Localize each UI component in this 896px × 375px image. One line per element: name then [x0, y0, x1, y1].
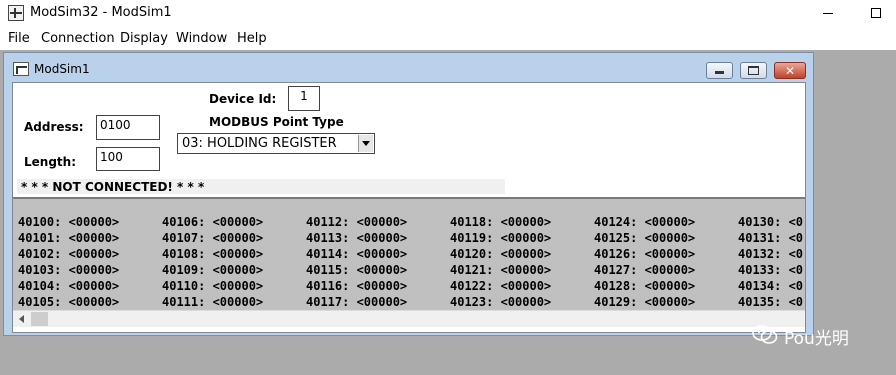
point-type-value: 03: HOLDING REGISTER: [182, 136, 337, 151]
app-icon[interactable]: [8, 5, 24, 21]
register-cell[interactable]: 40122: <00000>: [450, 278, 551, 294]
child-window: ModSim1 ✕ Address: 0100 Length: 100 Devi…: [3, 52, 814, 336]
child-title: ModSim1: [34, 62, 90, 76]
register-cell[interactable]: 40123: <00000>: [450, 294, 551, 310]
child-maximize-button[interactable]: [740, 62, 767, 79]
menu-window[interactable]: Window: [176, 31, 227, 46]
device-id-label: Device Id:: [209, 92, 277, 106]
register-cell[interactable]: 40106: <00000>: [162, 214, 263, 230]
address-field[interactable]: 0100: [96, 115, 160, 140]
register-cell[interactable]: 40105: <00000>: [18, 294, 119, 310]
chevron-down-icon[interactable]: [358, 135, 373, 152]
register-cell[interactable]: 40124: <00000>: [594, 214, 695, 230]
register-cell[interactable]: 40103: <00000>: [18, 262, 119, 278]
document-icon: [13, 62, 29, 76]
point-type-label: MODBUS Point Type: [209, 115, 344, 129]
register-cell[interactable]: 40125: <00000>: [594, 230, 695, 246]
maximize-icon: [871, 8, 881, 18]
register-cell[interactable]: 40100: <00000>: [18, 214, 119, 230]
menu-bar: File Connection Display Window Help: [0, 28, 896, 50]
scroll-thumb[interactable]: [31, 312, 48, 326]
register-cell[interactable]: 40132: <0: [738, 246, 803, 262]
length-label: Length:: [24, 155, 76, 169]
register-cell[interactable]: 40110: <00000>: [162, 278, 263, 294]
register-cell[interactable]: 40107: <00000>: [162, 230, 263, 246]
maximize-icon: [748, 66, 759, 75]
register-cell[interactable]: 40133: <0: [738, 262, 803, 278]
register-cell[interactable]: 40128: <00000>: [594, 278, 695, 294]
connection-status: * * * NOT CONNECTED! * * *: [21, 180, 205, 194]
register-column: 40100: <00000> 40101: <00000> 40102: <00…: [18, 214, 119, 310]
register-column: 40130: <0 40131: <0 40132: <0 40133: <0 …: [738, 214, 803, 310]
minimize-icon: [823, 13, 833, 14]
address-label: Address:: [24, 120, 84, 134]
watermark: Pou光明: [752, 322, 872, 352]
child-client-area: Address: 0100 Length: 100 Device Id: 1 M…: [12, 82, 806, 333]
register-grid: 40100: <00000> 40101: <00000> 40102: <00…: [13, 197, 805, 310]
child-minimize-button[interactable]: [706, 62, 733, 79]
register-cell[interactable]: 40115: <00000>: [306, 262, 407, 278]
register-cell[interactable]: 40109: <00000>: [162, 262, 263, 278]
register-cell[interactable]: 40102: <00000>: [18, 246, 119, 262]
register-cell[interactable]: 40113: <00000>: [306, 230, 407, 246]
register-column: 40106: <00000> 40107: <00000> 40108: <00…: [162, 214, 263, 310]
register-cell[interactable]: 40130: <0: [738, 214, 803, 230]
app-title: ModSim32 - ModSim1: [30, 5, 172, 20]
app-titlebar: ModSim32 - ModSim1: [0, 0, 896, 28]
device-id-field[interactable]: 1: [288, 86, 320, 111]
child-close-button[interactable]: ✕: [774, 62, 806, 79]
register-column: 40124: <00000> 40125: <00000> 40126: <00…: [594, 214, 695, 310]
register-cell[interactable]: 40117: <00000>: [306, 294, 407, 310]
close-icon: ✕: [785, 64, 796, 78]
register-cell[interactable]: 40104: <00000>: [18, 278, 119, 294]
register-cell[interactable]: 40114: <00000>: [306, 246, 407, 262]
register-cell[interactable]: 40116: <00000>: [306, 278, 407, 294]
register-cell[interactable]: 40108: <00000>: [162, 246, 263, 262]
length-field[interactable]: 100: [96, 147, 160, 171]
menu-file[interactable]: File: [8, 31, 30, 46]
menu-connection[interactable]: Connection: [41, 31, 115, 46]
register-cell[interactable]: 40119: <00000>: [450, 230, 551, 246]
register-cell[interactable]: 40131: <0: [738, 230, 803, 246]
minimize-icon: [715, 71, 724, 74]
register-cell[interactable]: 40135: <0: [738, 294, 803, 310]
register-cell[interactable]: 40127: <00000>: [594, 262, 695, 278]
register-cell[interactable]: 40121: <00000>: [450, 262, 551, 278]
watermark-text: Pou光明: [784, 329, 849, 349]
register-cell[interactable]: 40126: <00000>: [594, 246, 695, 262]
child-titlebar[interactable]: ModSim1 ✕: [4, 53, 813, 82]
register-column: 40112: <00000> 40113: <00000> 40114: <00…: [306, 214, 407, 310]
register-cell[interactable]: 40112: <00000>: [306, 214, 407, 230]
minimize-button[interactable]: [806, 0, 852, 28]
point-type-dropdown[interactable]: 03: HOLDING REGISTER: [177, 133, 375, 154]
register-cell[interactable]: 40120: <00000>: [450, 246, 551, 262]
register-cell[interactable]: 40111: <00000>: [162, 294, 263, 310]
register-cell[interactable]: 40101: <00000>: [18, 230, 119, 246]
register-cell[interactable]: 40118: <00000>: [450, 214, 551, 230]
register-cell[interactable]: 40129: <00000>: [594, 294, 695, 310]
menu-display[interactable]: Display: [120, 31, 168, 46]
menu-help[interactable]: Help: [237, 31, 267, 46]
scroll-left-icon[interactable]: [15, 311, 30, 327]
register-column: 40118: <00000> 40119: <00000> 40120: <00…: [450, 214, 551, 310]
register-cell[interactable]: 40134: <0: [738, 278, 803, 294]
chat-bubble-icon: [752, 325, 778, 344]
horizontal-scrollbar[interactable]: [13, 310, 805, 327]
maximize-button[interactable]: [852, 0, 896, 28]
